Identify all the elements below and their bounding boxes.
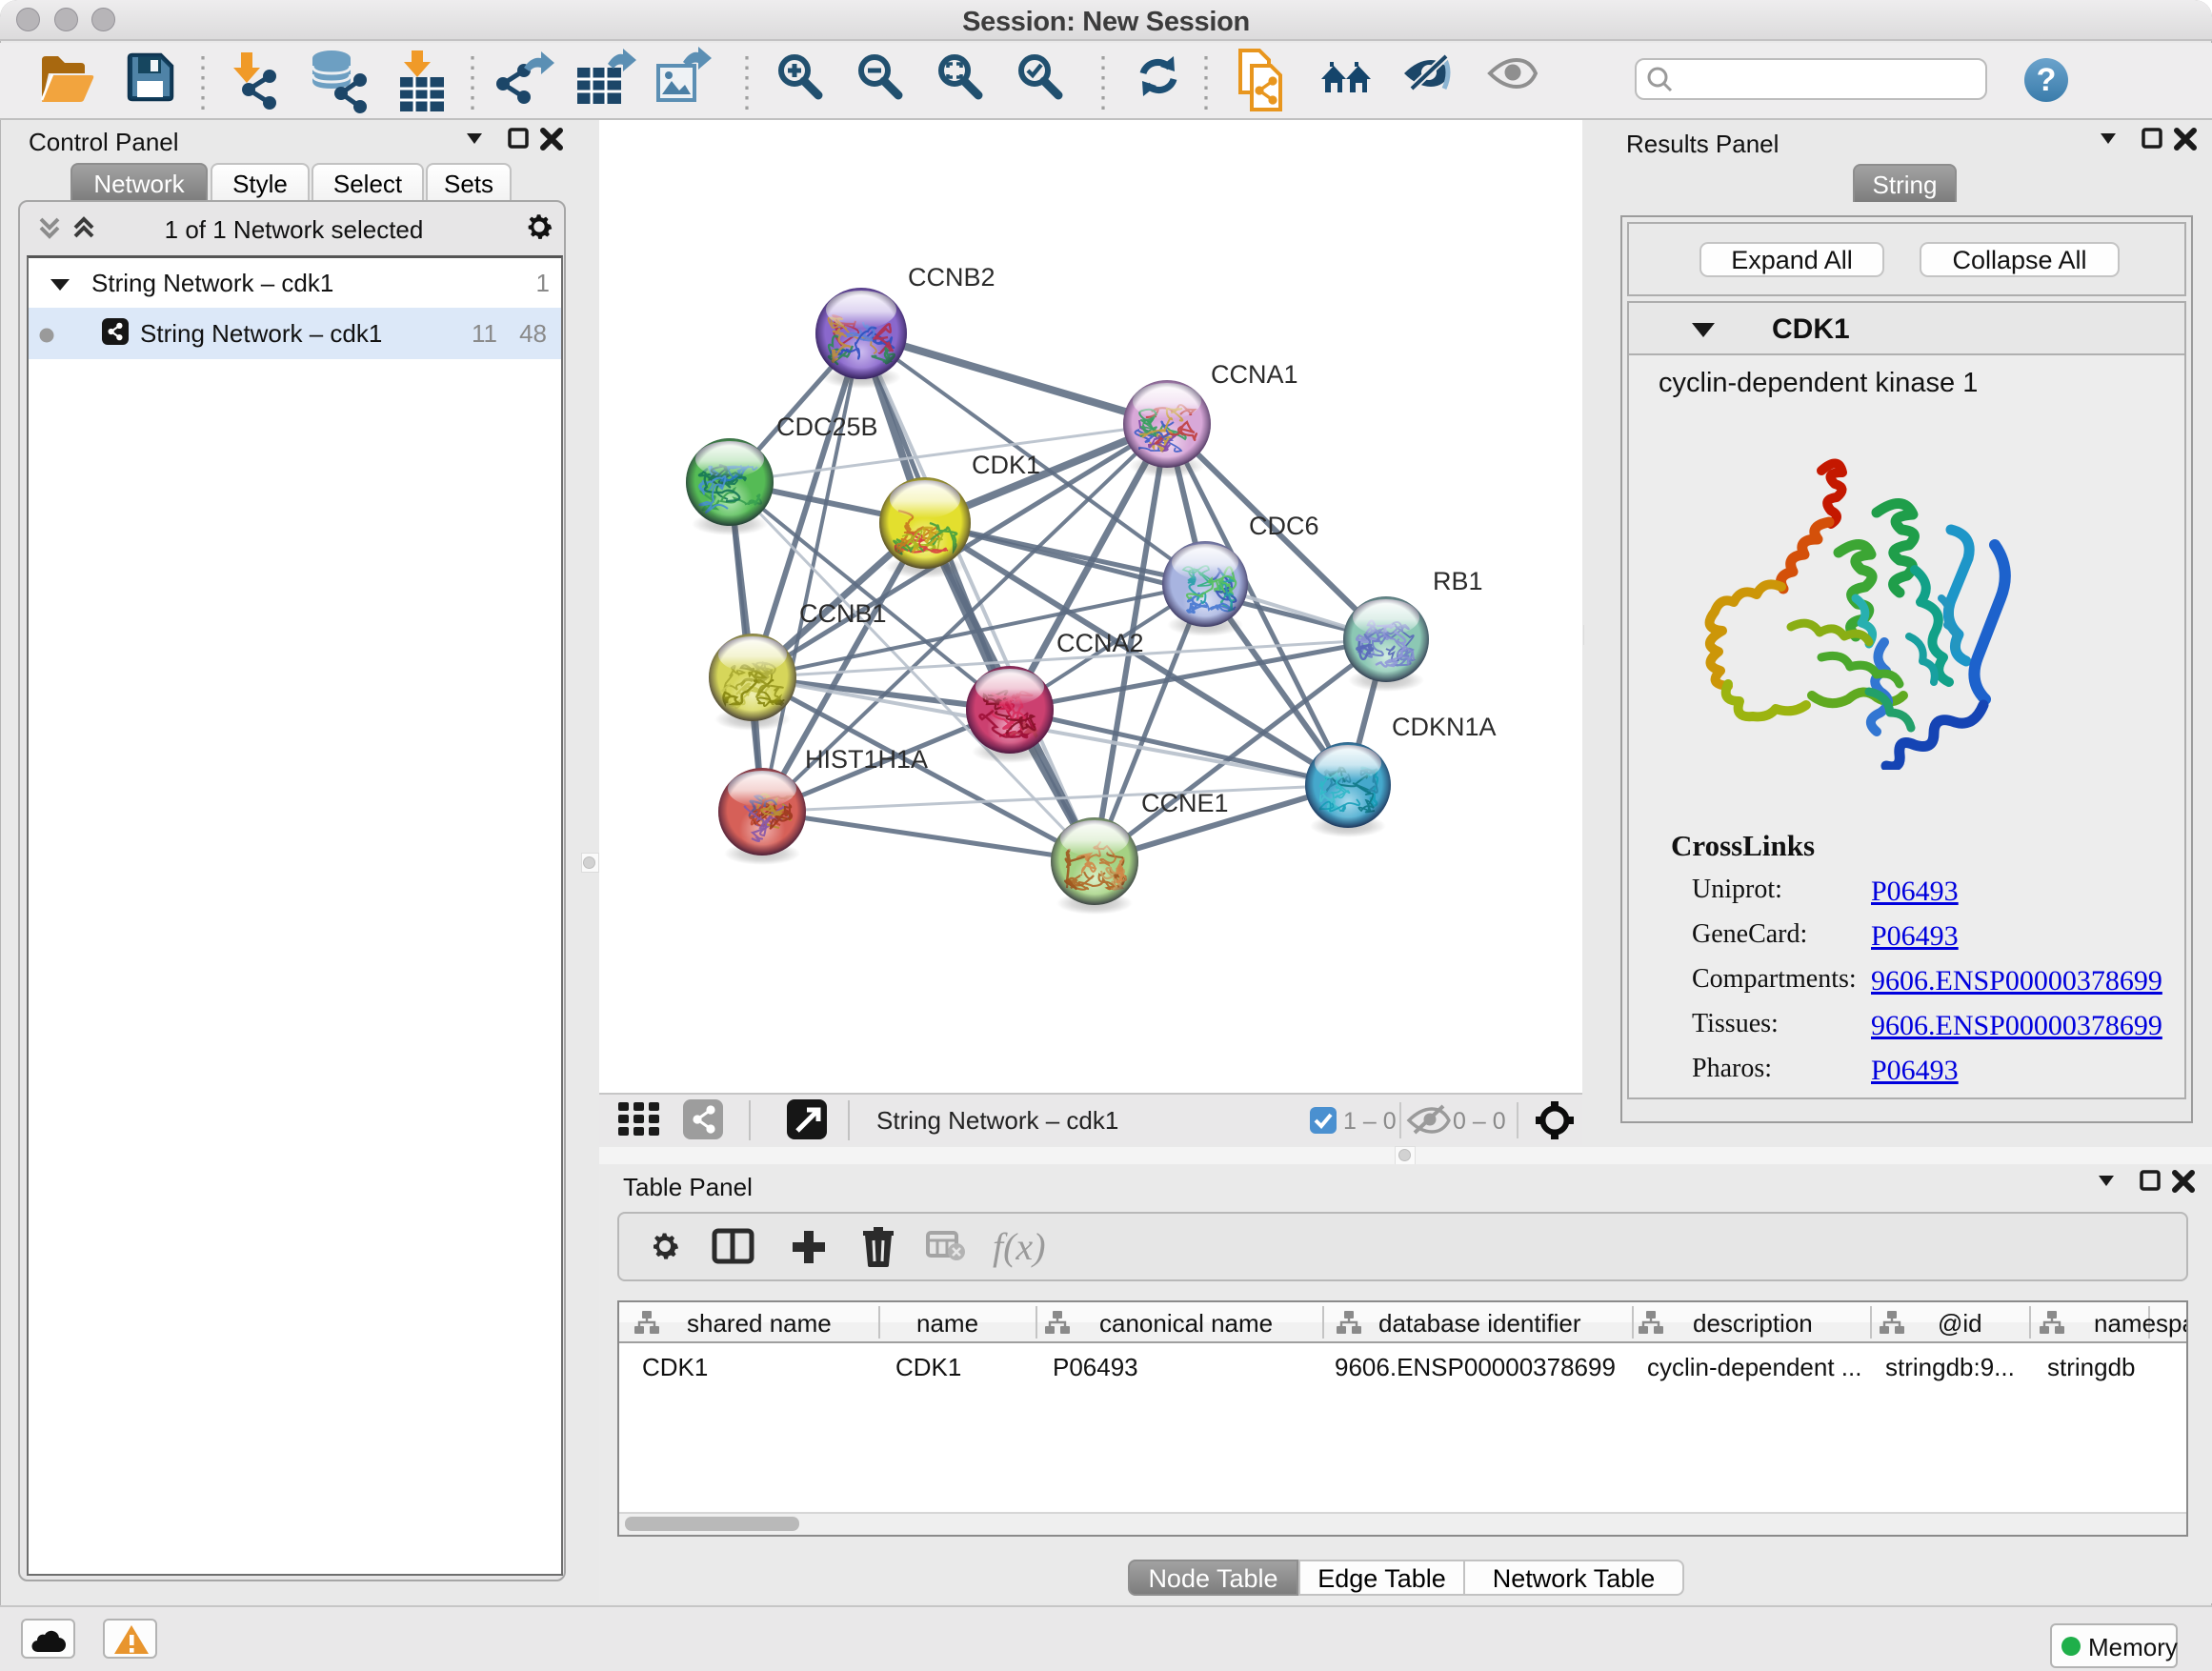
svg-text:database identifier: database identifier: [1378, 1309, 1581, 1338]
svg-text:stringdb:9...: stringdb:9...: [1885, 1353, 2015, 1381]
svg-text:CDK1: CDK1: [642, 1353, 708, 1381]
svg-text:f(x): f(x): [993, 1225, 1046, 1268]
svg-text:0 – 0: 0 – 0: [1453, 1108, 1506, 1135]
svg-text:CDC25B: CDC25B: [776, 413, 878, 441]
svg-text:CDK1: CDK1: [972, 451, 1040, 479]
svg-text:RB1: RB1: [1433, 567, 1483, 595]
svg-text:?: ?: [2037, 62, 2057, 98]
svg-text:P06493: P06493: [1053, 1353, 1138, 1381]
svg-text:@id: @id: [1938, 1309, 1982, 1338]
svg-text:9606.ENSP00000378699: 9606.ENSP00000378699: [1335, 1353, 1616, 1381]
svg-text:CDK1: CDK1: [895, 1353, 961, 1381]
svg-text:1 – 0: 1 – 0: [1343, 1108, 1397, 1135]
svg-text:CCNA1: CCNA1: [1211, 360, 1298, 389]
svg-text:description: description: [1693, 1309, 1813, 1338]
svg-text:CCNB1: CCNB1: [799, 599, 887, 628]
svg-text:CCNE1: CCNE1: [1141, 789, 1229, 817]
svg-text:canonical name: canonical name: [1099, 1309, 1273, 1338]
svg-text:CDKN1A: CDKN1A: [1392, 713, 1497, 741]
svg-text:String Network – cdk1: String Network – cdk1: [876, 1106, 1118, 1135]
svg-text:namespace: namespace: [2094, 1309, 2186, 1338]
svg-text:name: name: [916, 1309, 978, 1338]
svg-text:cyclin-dependent ...: cyclin-dependent ...: [1647, 1353, 1861, 1381]
svg-text:stringdb: stringdb: [2047, 1353, 2136, 1381]
svg-text:HIST1H1A: HIST1H1A: [805, 745, 928, 774]
svg-text:CCNA2: CCNA2: [1056, 629, 1144, 657]
svg-text:CCNB2: CCNB2: [908, 263, 995, 292]
svg-text:shared name: shared name: [687, 1309, 832, 1338]
svg-text:CDC6: CDC6: [1249, 512, 1319, 540]
